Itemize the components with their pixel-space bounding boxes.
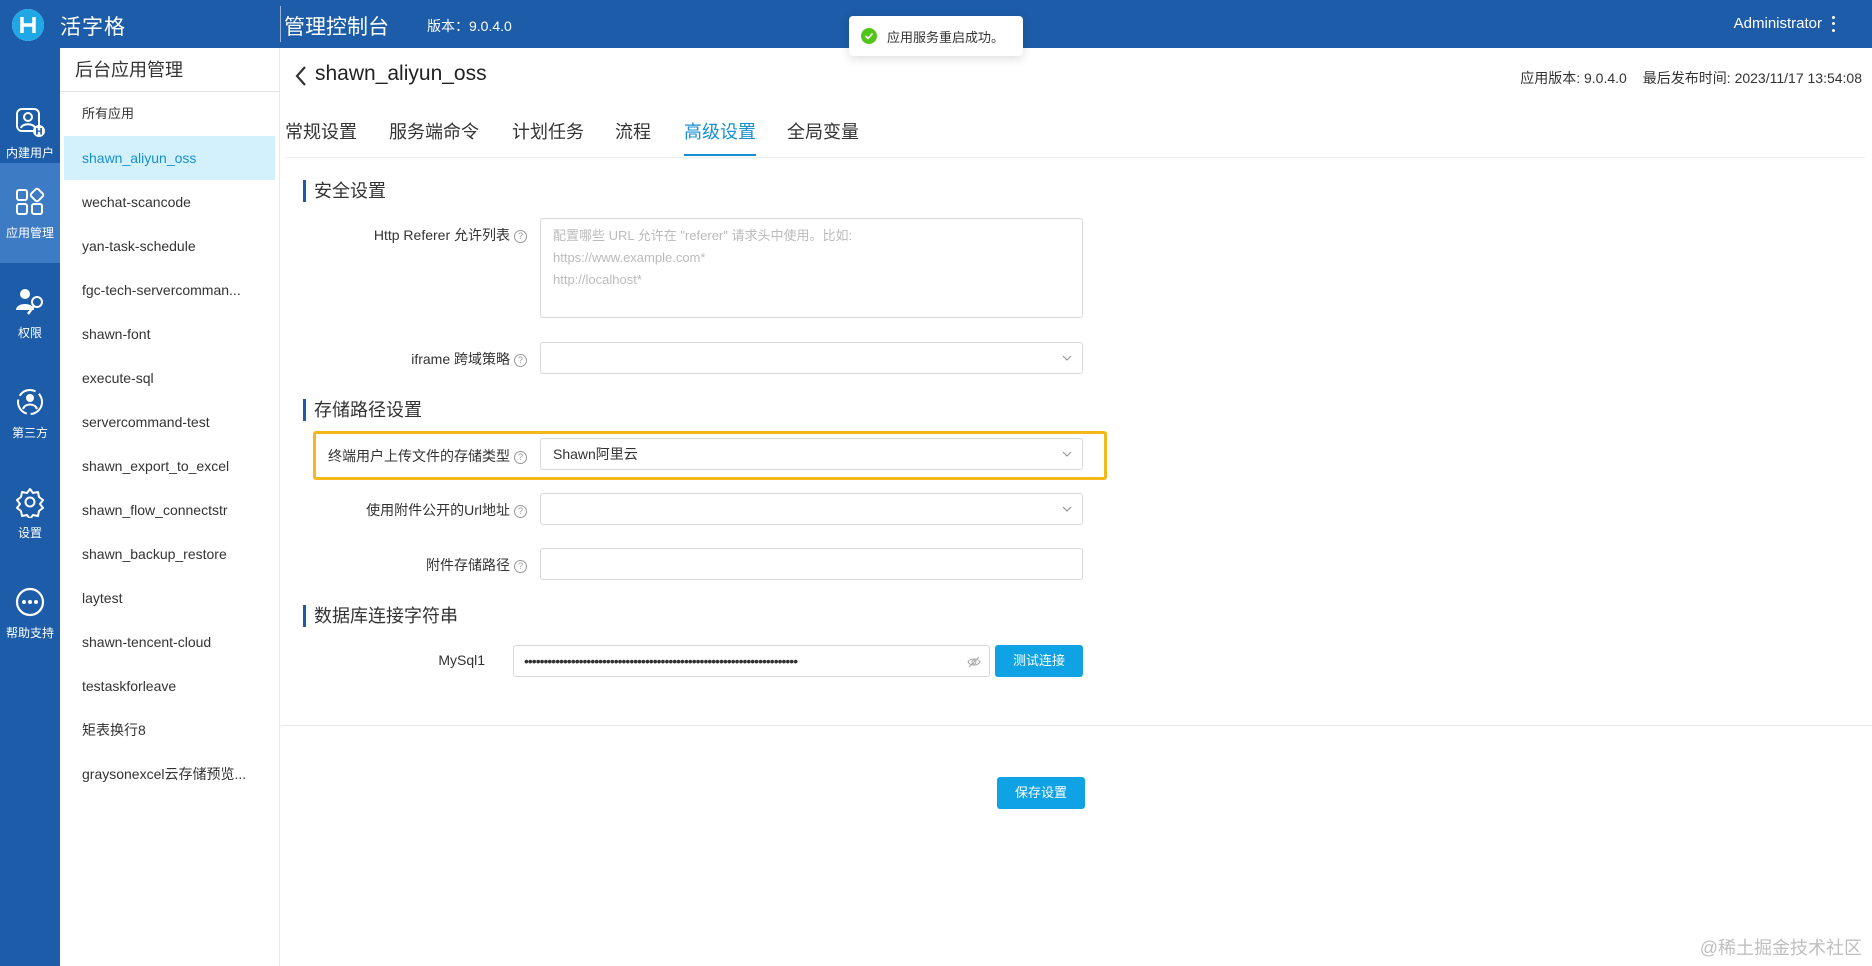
app-version: 应用版本: 9.0.4.0 (1520, 70, 1627, 86)
app-list-item[interactable]: shawn_export_to_excel (64, 444, 275, 488)
iframe-select[interactable] (540, 342, 1083, 374)
storage-type-label: 终端用户上传文件的存储类型? (267, 446, 527, 466)
referer-label: Http Referer 允许列表? (267, 225, 527, 245)
user-name[interactable]: Administrator (1734, 15, 1822, 32)
tab-general[interactable]: 常规设置 (285, 118, 357, 154)
help-icon[interactable]: ? (514, 505, 527, 518)
chevron-down-icon (1062, 355, 1072, 361)
rail-label: 第三方 (11, 425, 48, 440)
app-list-item[interactable]: servercommand-test (64, 400, 275, 444)
rail-item-settings[interactable]: 设置 (0, 463, 60, 563)
console-title: 管理控制台 (284, 16, 389, 39)
referer-textarea[interactable]: 配置哪些 URL 允许在 "referer" 请求头中使用。比如: https:… (540, 218, 1083, 318)
rail-item-permission[interactable]: 权限 (0, 263, 60, 363)
svg-text:H: H (35, 127, 43, 137)
help-icon[interactable]: ? (514, 560, 527, 573)
rail-item-apps[interactable]: 应用管理 (0, 163, 60, 263)
app-list-item[interactable]: execute-sql (64, 356, 275, 400)
logo-icon (12, 9, 44, 41)
tab-workflow[interactable]: 流程 (615, 118, 651, 154)
rail-label: 权限 (17, 325, 42, 340)
rail-label: 帮助支持 (5, 625, 54, 640)
help-icon (15, 587, 45, 616)
watermark: @稀土掘金技术社区 (1699, 938, 1862, 958)
help-icon[interactable]: ? (514, 230, 527, 243)
app-title: shawn_aliyun_oss (315, 62, 487, 85)
test-connection-button[interactable]: 测试连接 (995, 645, 1083, 677)
chevron-down-icon (1062, 451, 1072, 457)
divider (281, 725, 1872, 726)
app-list-title: 后台应用管理 (60, 48, 279, 92)
tab-bar: 常规设置 服务端命令 计划任务 流程 高级设置 全局变量 (285, 108, 1865, 158)
tab-global-variables[interactable]: 全局变量 (787, 118, 859, 154)
third-party-icon (17, 388, 43, 415)
app-list-panel: 后台应用管理 所有应用 shawn_aliyun_oss wechat-scan… (60, 48, 280, 966)
app-list-all[interactable]: 所有应用 (64, 92, 275, 136)
app-list-item[interactable]: wechat-scancode (64, 180, 275, 224)
app-list-item[interactable]: yan-task-schedule (64, 224, 275, 268)
iframe-label: iframe 跨域策略? (267, 349, 527, 369)
permission-icon (16, 288, 43, 315)
user-icon: H (16, 107, 45, 137)
storage-type-select[interactable]: Shawn阿里云 (540, 438, 1083, 470)
check-circle-icon (861, 28, 877, 44)
section-db-title: 数据库连接字符串 (303, 605, 458, 627)
rail-label: 应用管理 (5, 225, 54, 240)
help-icon[interactable]: ? (514, 451, 527, 464)
app-list-item[interactable]: shawn_backup_restore (64, 532, 275, 576)
app-list-item[interactable]: graysonexcel云存储预览... (64, 752, 275, 796)
app-list-item[interactable]: shawn-font (64, 312, 275, 356)
chevron-left-icon[interactable] (293, 65, 309, 87)
nav-rail: H 内建用户 应用管理 权限 第三方 设置 帮助支持 (0, 48, 60, 966)
top-version: 版本：9.0.4.0 (427, 18, 512, 34)
brand-name: 活字格 (60, 16, 126, 39)
rail-label: 内建用户 (5, 145, 54, 160)
top-divider (280, 6, 281, 42)
mysql-password-field[interactable]: ••••••••••••••••••••••••••••••••••••••••… (513, 645, 990, 677)
storage-path-label: 附件存储路径? (267, 555, 527, 575)
public-url-label: 使用附件公开的Url地址? (267, 500, 527, 520)
storage-path-input[interactable] (540, 548, 1083, 580)
app-list-item[interactable]: laytest (64, 576, 275, 620)
rail-item-help[interactable]: 帮助支持 (0, 563, 60, 663)
app-list-item[interactable]: shawn_flow_connectstr (64, 488, 275, 532)
app-list-item[interactable]: 矩表换行8 (64, 708, 275, 752)
eye-off-icon[interactable] (967, 655, 981, 669)
tab-server-commands[interactable]: 服务端命令 (389, 118, 479, 154)
app-list-item[interactable]: fgc-tech-servercomman... (64, 268, 275, 312)
toast-message: 应用服务重启成功。 (887, 29, 1005, 45)
more-vertical-icon[interactable] (1830, 14, 1836, 34)
gear-icon (16, 487, 44, 518)
app-list-item[interactable]: shawn_aliyun_oss (64, 136, 275, 180)
chevron-down-icon (1062, 506, 1072, 512)
tab-scheduled-tasks[interactable]: 计划任务 (512, 118, 584, 154)
save-settings-button[interactable]: 保存设置 (997, 777, 1085, 809)
section-security-title: 安全设置 (303, 180, 386, 202)
success-toast: 应用服务重启成功。 (849, 16, 1023, 56)
main-content: shawn_aliyun_oss 应用版本: 9.0.4.0 最后发布时间: 20… (281, 48, 1872, 966)
app-list-item[interactable]: testaskforleave (64, 664, 275, 708)
help-icon[interactable]: ? (514, 354, 527, 367)
apps-icon (16, 187, 45, 215)
rail-label: 设置 (17, 525, 42, 540)
tab-advanced[interactable]: 高级设置 (684, 118, 756, 156)
section-storage-title: 存储路径设置 (303, 399, 422, 421)
rail-item-third-party[interactable]: 第三方 (0, 363, 60, 463)
mysql-label: MySql1 (438, 652, 485, 668)
app-meta: 应用版本: 9.0.4.0 最后发布时间: 2023/11/17 13:54:08 (1520, 68, 1862, 88)
public-url-select[interactable] (540, 493, 1083, 525)
publish-time: 最后发布时间: 2023/11/17 13:54:08 (1642, 70, 1862, 86)
